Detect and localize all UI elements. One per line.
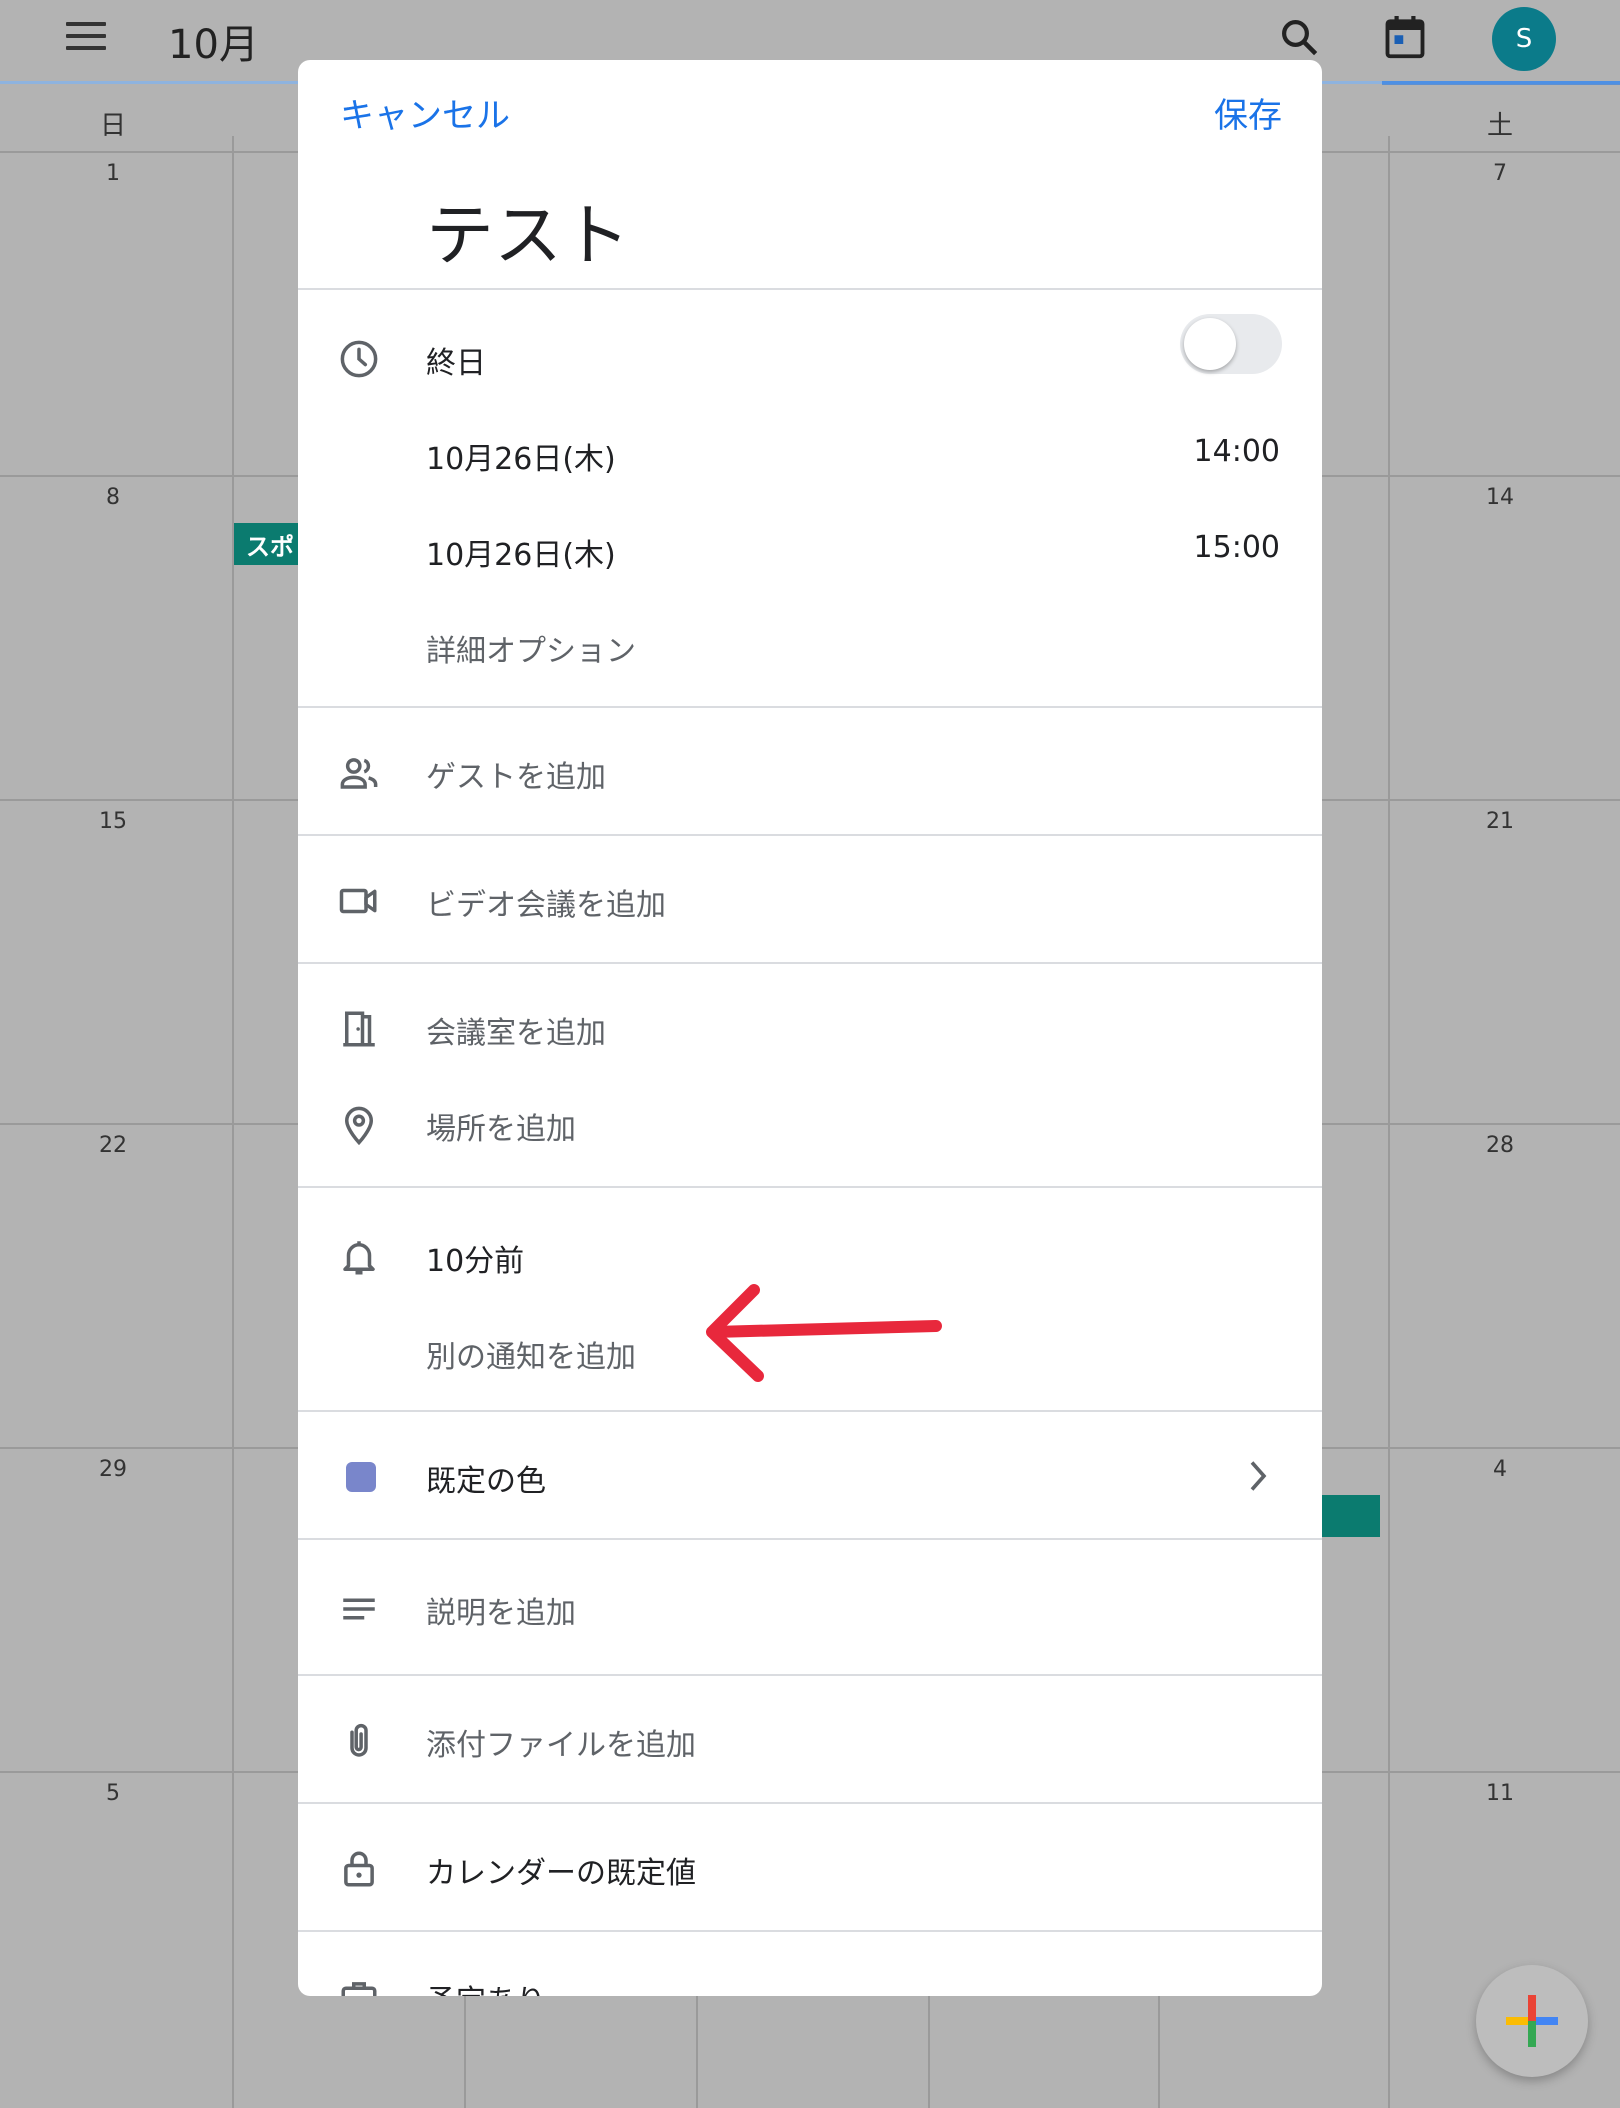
day-number[interactable]: 8 bbox=[83, 485, 143, 510]
color-swatch bbox=[346, 1462, 376, 1492]
day-number[interactable]: 15 bbox=[83, 809, 143, 834]
all-day-toggle[interactable] bbox=[1180, 314, 1282, 374]
video-section[interactable]: ビデオ会議を追加 bbox=[298, 836, 1322, 964]
day-number[interactable]: 14 bbox=[1470, 485, 1530, 510]
day-number[interactable]: 29 bbox=[83, 1457, 143, 1482]
add-attachment-label: 添付ファイルを追加 bbox=[426, 1728, 696, 1763]
weekday-sat: 土 bbox=[1486, 111, 1513, 141]
create-event-fab[interactable] bbox=[1476, 1965, 1588, 2077]
day-number[interactable]: 7 bbox=[1470, 161, 1530, 186]
videocam-icon bbox=[339, 888, 377, 914]
color-label: 既定の色 bbox=[426, 1464, 546, 1499]
color-row[interactable]: 既定の色 bbox=[298, 1428, 1322, 1524]
current-week-indicator bbox=[1382, 81, 1620, 85]
add-location-row[interactable]: 場所を追加 bbox=[298, 1076, 1322, 1172]
notes-icon bbox=[343, 1598, 375, 1620]
menu-icon[interactable] bbox=[66, 22, 106, 52]
clock-icon bbox=[340, 340, 378, 378]
add-description-label: 説明を追加 bbox=[426, 1596, 576, 1631]
start-date[interactable]: 10月26日(木) bbox=[426, 434, 616, 478]
toggle-knob bbox=[1184, 318, 1236, 370]
day-number[interactable]: 28 bbox=[1470, 1133, 1530, 1158]
all-day-row[interactable]: 終日 bbox=[298, 310, 1322, 406]
lock-icon bbox=[344, 1851, 374, 1887]
visibility-label: カレンダーの既定値 bbox=[426, 1856, 696, 1891]
paperclip-icon bbox=[350, 1723, 368, 1757]
bell-icon bbox=[343, 1241, 375, 1275]
attachment-section[interactable]: 添付ファイルを追加 bbox=[298, 1676, 1322, 1804]
visibility-row[interactable]: カレンダーの既定値 bbox=[298, 1820, 1322, 1916]
day-number[interactable]: 4 bbox=[1470, 1457, 1530, 1482]
day-number[interactable]: 22 bbox=[83, 1133, 143, 1158]
cancel-button[interactable]: キャンセル bbox=[340, 88, 510, 137]
day-divider bbox=[232, 136, 234, 2108]
weekday-sun: 日 bbox=[99, 111, 126, 141]
end-time[interactable]: 15:00 bbox=[1194, 530, 1280, 565]
room-door-icon bbox=[343, 1011, 375, 1047]
color-section[interactable]: 既定の色 bbox=[298, 1412, 1322, 1540]
add-room-row[interactable]: 会議室を追加 bbox=[298, 980, 1322, 1076]
add-video-row[interactable]: ビデオ会議を追加 bbox=[298, 852, 1322, 948]
location-section: 会議室を追加 場所を追加 bbox=[298, 964, 1322, 1188]
start-row: 10月26日(木) 14:00 bbox=[298, 406, 1322, 502]
briefcase-icon bbox=[341, 1982, 377, 1996]
add-video-label: ビデオ会議を追加 bbox=[426, 888, 666, 923]
plus-icon bbox=[1528, 1995, 1536, 2047]
calendar-today-icon[interactable] bbox=[1384, 14, 1426, 60]
add-attachment-row[interactable]: 添付ファイルを追加 bbox=[298, 1692, 1322, 1788]
add-guests-label: ゲストを追加 bbox=[426, 760, 606, 795]
add-notification-link[interactable]: 別の通知を追加 bbox=[426, 1332, 636, 1376]
people-icon bbox=[340, 758, 378, 789]
availability-row[interactable]: 予定あり bbox=[298, 1948, 1322, 1996]
event-edit-dialog: キャンセル 保存 テスト 終日 10月26日(木) 14:00 10月26日(木… bbox=[298, 60, 1322, 1996]
end-date[interactable]: 10月26日(木) bbox=[426, 530, 616, 574]
add-description-row[interactable]: 説明を追加 bbox=[298, 1560, 1322, 1656]
guests-section[interactable]: ゲストを追加 bbox=[298, 708, 1322, 836]
add-room-label: 会議室を追加 bbox=[426, 1016, 606, 1051]
availability-label: 予定あり bbox=[426, 1976, 546, 1996]
more-options-row[interactable]: 詳細オプション bbox=[298, 598, 1322, 694]
time-section: 終日 10月26日(木) 14:00 10月26日(木) 15:00 詳細オプシ… bbox=[298, 290, 1322, 708]
end-row: 10月26日(木) 15:00 bbox=[298, 502, 1322, 598]
day-number[interactable]: 21 bbox=[1470, 809, 1530, 834]
dialog-header: キャンセル 保存 テスト bbox=[298, 60, 1322, 290]
day-number[interactable]: 5 bbox=[83, 1781, 143, 1806]
event-title-input[interactable]: テスト bbox=[426, 180, 630, 279]
start-time[interactable]: 14:00 bbox=[1194, 434, 1280, 469]
month-title[interactable]: 10月 bbox=[168, 12, 259, 70]
visibility-section[interactable]: カレンダーの既定値 bbox=[298, 1804, 1322, 1932]
day-number[interactable]: 1 bbox=[83, 161, 143, 186]
avatar[interactable]: S bbox=[1492, 7, 1556, 71]
more-options-link[interactable]: 詳細オプション bbox=[426, 626, 636, 670]
availability-section[interactable]: 予定あり bbox=[298, 1932, 1322, 1996]
add-guests-row[interactable]: ゲストを追加 bbox=[298, 724, 1322, 820]
add-location-label: 場所を追加 bbox=[426, 1112, 576, 1147]
all-day-label: 終日 bbox=[426, 346, 486, 381]
location-pin-icon bbox=[344, 1106, 374, 1146]
chevron-right-icon bbox=[1250, 1461, 1267, 1491]
search-icon[interactable] bbox=[1278, 16, 1320, 58]
day-number[interactable]: 11 bbox=[1470, 1781, 1530, 1806]
description-section[interactable]: 説明を追加 bbox=[298, 1540, 1322, 1676]
annotation-arrow-icon bbox=[706, 1284, 942, 1382]
save-button[interactable]: 保存 bbox=[1214, 88, 1282, 137]
notification-value: 10分前 bbox=[426, 1244, 525, 1279]
day-divider bbox=[1388, 136, 1390, 2108]
